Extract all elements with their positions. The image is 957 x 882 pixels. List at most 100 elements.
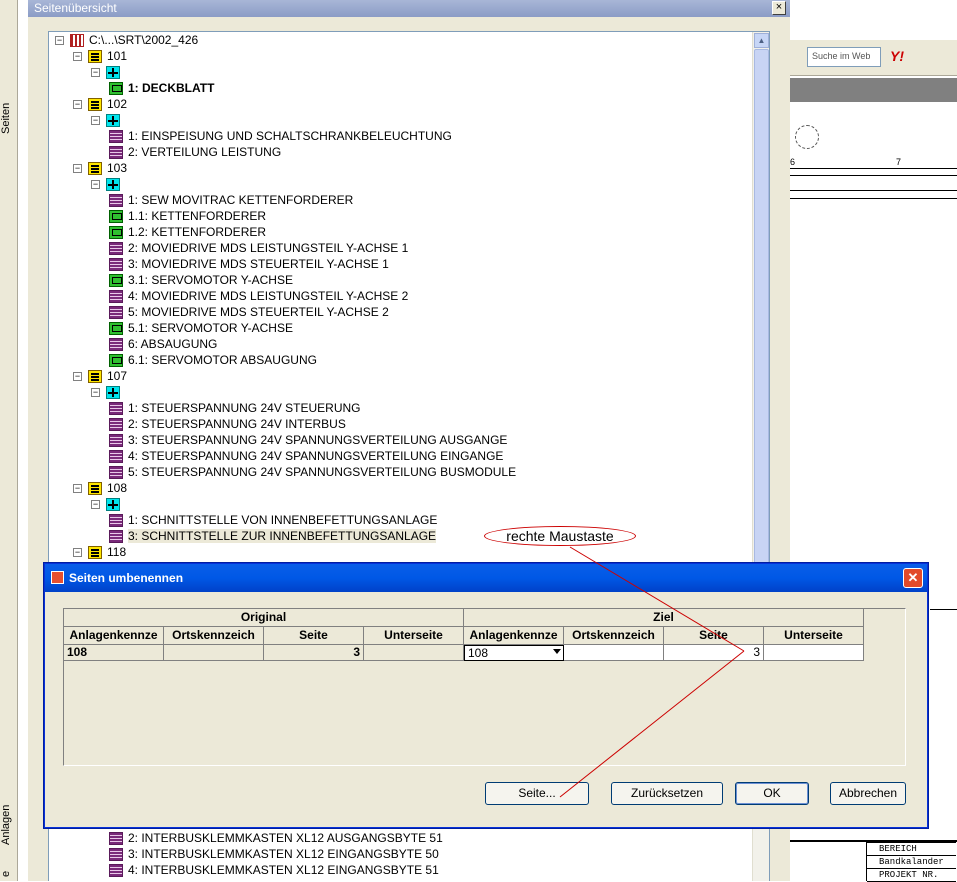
tab-seiten[interactable]: Seiten xyxy=(0,96,16,140)
tree-page[interactable]: 1.1: KETTENFORDERER xyxy=(109,208,266,224)
col-ziel-seite: Seite xyxy=(664,627,764,645)
tree-page[interactable]: 1: SEW MOVITRAC KETTENFORDERER xyxy=(109,192,353,208)
graphic-page-icon xyxy=(109,274,123,288)
tree-item-label: 5: MOVIEDRIVE MDS STEUERTEIL Y-ACHSE 2 xyxy=(128,305,389,319)
tab-anlagen[interactable]: Anlagen xyxy=(0,800,16,850)
tree-page[interactable]: 6: ABSAUGUNG xyxy=(109,336,217,352)
tree-page[interactable]: 2: MOVIEDRIVE MDS LEISTUNGSTEIL Y-ACHSE … xyxy=(109,240,408,256)
project-icon xyxy=(70,34,84,48)
tree-location[interactable]: − xyxy=(91,496,125,512)
ziel-unterseite-input[interactable] xyxy=(764,645,864,661)
ok-button[interactable]: OK xyxy=(735,782,809,805)
tree-location[interactable]: − xyxy=(91,384,125,400)
scroll-up-icon[interactable]: ▲ xyxy=(754,33,769,48)
page-overview-title: Seitenübersicht xyxy=(34,1,117,15)
collapse-icon[interactable]: − xyxy=(91,68,100,78)
tree-item-label: 103 xyxy=(107,161,128,175)
title-block-bereich: BEREICH xyxy=(867,843,956,856)
tree-item-label: 3: MOVIEDRIVE MDS STEUERTEIL Y-ACHSE 1 xyxy=(128,257,389,271)
tree-folder[interactable]: − 103 xyxy=(73,160,127,176)
tree-item-label: 4: INTERBUSKLEMMKASTEN XL12 EINGANGSBYTE… xyxy=(128,863,439,877)
tree-item-label: 107 xyxy=(107,369,128,383)
cancel-button[interactable]: Abbrechen xyxy=(830,782,906,805)
ruler-label-7: 7 xyxy=(896,157,902,167)
collapse-icon[interactable]: − xyxy=(73,484,82,494)
graphic-page-icon xyxy=(109,210,123,224)
ziel-ort-input[interactable] xyxy=(564,645,664,661)
tree-item-label: 6.1: SERVOMOTOR ABSAUGUNG xyxy=(128,353,317,367)
tree-page[interactable]: 3: INTERBUSKLEMMKASTEN XL12 EINGANGSBYTE… xyxy=(109,846,439,862)
tree-folder[interactable]: − 118 xyxy=(73,544,126,560)
tree-folder[interactable]: − 101 xyxy=(73,48,127,64)
tree-location[interactable]: − xyxy=(91,64,125,80)
tree-page[interactable]: 1.2: KETTENFORDERER xyxy=(109,224,266,240)
drawing-line xyxy=(790,190,957,191)
chevron-down-icon[interactable] xyxy=(553,649,561,654)
tree-page[interactable]: 3: MOVIEDRIVE MDS STEUERTEIL Y-ACHSE 1 xyxy=(109,256,389,272)
tree-page[interactable]: 5: MOVIEDRIVE MDS STEUERTEIL Y-ACHSE 2 xyxy=(109,304,389,320)
tab-more[interactable]: e xyxy=(0,866,16,881)
tree-page[interactable]: 1: EINSPEISUNG UND SCHALTSCHRANKBELEUCHT… xyxy=(109,128,452,144)
page-icon xyxy=(109,530,123,544)
tree-page[interactable]: 5.1: SERVOMOTOR Y-ACHSE xyxy=(109,320,293,336)
tree-folder[interactable]: − 107 xyxy=(73,368,127,384)
tree-item-label: 1: DECKBLATT xyxy=(128,81,215,95)
tree-page[interactable]: 4: STEUERSPANNUNG 24V SPANNUNGSVERTEILUN… xyxy=(109,448,503,464)
tree-page[interactable]: 3: SCHNITTSTELLE ZUR INNENBEFETTUNGSANLA… xyxy=(109,528,437,544)
drawing-header-band xyxy=(790,78,957,102)
tree-page[interactable]: 4: INTERBUSKLEMMKASTEN XL12 EINGANGSBYTE… xyxy=(109,862,439,878)
collapse-icon[interactable]: − xyxy=(73,164,82,174)
tree-item-label: 1: SCHNITTSTELLE VON INNENBEFETTUNGSANLA… xyxy=(128,513,438,527)
yahoo-logo-icon[interactable]: Y! xyxy=(890,48,904,64)
tree-page[interactable]: 3: STEUERSPANNUNG 24V SPANNUNGSVERTEILUN… xyxy=(109,432,507,448)
collapse-icon[interactable]: − xyxy=(91,500,100,510)
title-block-projekt: PROJEKT NR. xyxy=(867,869,956,882)
page-icon xyxy=(109,306,123,320)
web-search-input[interactable]: Suche im Web xyxy=(807,47,881,67)
collapse-icon[interactable]: − xyxy=(91,180,100,190)
page-icon xyxy=(109,864,123,878)
tree-page[interactable]: 6.1: SERVOMOTOR ABSAUGUNG xyxy=(109,352,317,368)
tree-item-label: 2: STEUERSPANNUNG 24V INTERBUS xyxy=(128,417,346,431)
collapse-icon[interactable]: − xyxy=(55,36,64,46)
original-ort-cell xyxy=(164,645,264,661)
reset-button[interactable]: Zurücksetzen xyxy=(611,782,723,805)
close-icon[interactable]: × xyxy=(772,1,786,15)
collapse-icon[interactable]: − xyxy=(91,116,100,126)
tree-page[interactable]: 2: VERTEILUNG LEISTUNG xyxy=(109,144,281,160)
tree-page[interactable]: 1: STEUERSPANNUNG 24V STEUERUNG xyxy=(109,400,361,416)
tree-root[interactable]: − C:\...\SRT\2002_426 xyxy=(55,32,198,48)
original-anlage-cell: 108 xyxy=(64,645,164,661)
tree-page[interactable]: 5: STEUERSPANNUNG 24V SPANNUNGSVERTEILUN… xyxy=(109,464,516,480)
tree-page[interactable]: 1: SCHNITTSTELLE VON INNENBEFETTUNGSANLA… xyxy=(109,512,437,528)
tree-folder[interactable]: − 102 xyxy=(73,96,127,112)
tree-folder[interactable]: − 108 xyxy=(73,480,127,496)
tree-item-label: 6: ABSAUGUNG xyxy=(128,337,218,351)
close-icon[interactable]: ✕ xyxy=(903,568,923,588)
collapse-icon[interactable]: − xyxy=(73,548,82,558)
collapse-icon[interactable]: − xyxy=(73,372,82,382)
tree-page[interactable]: 1: DECKBLATT xyxy=(109,80,214,96)
tree-location[interactable]: − xyxy=(91,176,125,192)
tree-item-label: C:\...\SRT\2002_426 xyxy=(89,33,199,47)
ziel-seite-input[interactable]: 3 xyxy=(664,645,764,661)
seite-button[interactable]: Seite... xyxy=(485,782,589,805)
tree-item-label: 1.2: KETTENFORDERER xyxy=(128,225,267,239)
tree-item-label: 2: MOVIEDRIVE MDS LEISTUNGSTEIL Y-ACHSE … xyxy=(128,241,409,255)
rename-pages-dialog: Seiten umbenennen ✕ Original Ziel Anlage… xyxy=(44,563,928,828)
dialog-title: Seiten umbenennen xyxy=(69,571,184,585)
tree-page[interactable]: 2: INTERBUSKLEMMKASTEN XL12 AUSGANGSBYTE… xyxy=(109,830,443,846)
collapse-icon[interactable]: − xyxy=(73,100,82,110)
tree-location[interactable]: − xyxy=(91,112,125,128)
page-icon xyxy=(109,848,123,862)
ziel-anlage-value: 108 xyxy=(468,646,489,660)
tree-item-label: 4: STEUERSPANNUNG 24V SPANNUNGSVERTEILUN… xyxy=(128,449,504,463)
tree-page[interactable]: 4: MOVIEDRIVE MDS LEISTUNGSTEIL Y-ACHSE … xyxy=(109,288,408,304)
ziel-anlage-select[interactable]: 108 xyxy=(464,645,564,661)
collapse-icon[interactable]: − xyxy=(91,388,100,398)
original-unterseite-cell xyxy=(364,645,464,661)
collapse-icon[interactable]: − xyxy=(73,52,82,62)
col-ziel-anlage: Anlagenkennze xyxy=(464,627,564,645)
tree-page[interactable]: 3.1: SERVOMOTOR Y-ACHSE xyxy=(109,272,293,288)
tree-page[interactable]: 2: STEUERSPANNUNG 24V INTERBUS xyxy=(109,416,346,432)
